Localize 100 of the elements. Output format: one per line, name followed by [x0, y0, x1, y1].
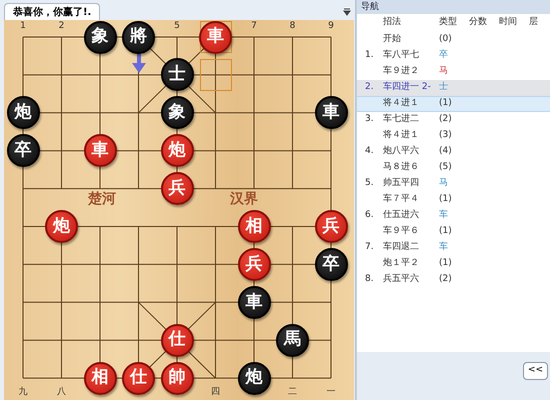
column-header[interactable]: 层 [529, 16, 545, 30]
move-type: 士 [439, 81, 448, 94]
river-label: 汉界 [230, 192, 258, 206]
move-text: 车七进二 [383, 113, 420, 126]
move-type: (0) [439, 33, 452, 46]
move-text: 将４进１ [383, 97, 420, 110]
chess-piece[interactable]: 炮 [6, 96, 40, 130]
move-type: (3) [439, 129, 452, 142]
move-type: (1) [439, 225, 452, 238]
chess-piece[interactable]: 相 [84, 362, 116, 395]
move-type: (1) [439, 97, 452, 110]
chess-piece[interactable]: 卒 [314, 248, 348, 281]
move-type: 卒 [439, 49, 448, 62]
move-row[interactable]: 3. 车七进二 (2) [357, 112, 550, 128]
move-row[interactable]: 车９平６ (1) [357, 224, 550, 240]
file-number: 5 [174, 20, 180, 33]
chess-piece[interactable]: 車 [199, 20, 232, 54]
move-type: (5) [439, 161, 452, 174]
move-text: 车９平６ [383, 225, 420, 238]
move-row[interactable]: 车９进２ 马 [357, 64, 550, 80]
move-text: 开始 [383, 33, 402, 46]
move-row[interactable]: 车７平４ (1) [357, 192, 550, 208]
chess-piece[interactable]: 炮 [238, 362, 270, 395]
move-text: 仕五进六 [383, 209, 420, 222]
move-type: (4) [439, 145, 452, 158]
move-number: 2. [365, 82, 374, 92]
chess-piece[interactable]: 相 [238, 210, 270, 243]
chess-piece[interactable]: 士 [160, 58, 194, 92]
chess-piece[interactable]: 卒 [6, 134, 40, 168]
file-number: 9 [328, 20, 334, 33]
move-text: 兵五平六 [383, 273, 420, 286]
previous-button[interactable]: << [522, 362, 548, 380]
chess-piece[interactable]: 象 [160, 96, 194, 130]
move-type: (2) [439, 113, 452, 126]
move-row[interactable]: 马８进６ (5) [357, 160, 550, 176]
column-header[interactable]: 招法 [383, 16, 439, 30]
move-row[interactable]: 炮１平２ (1) [357, 256, 550, 272]
move-row[interactable]: 2. 车四进一 2- 士 [357, 80, 550, 96]
chess-piece[interactable]: 兵 [238, 248, 270, 281]
move-text: 帅五平四 [383, 177, 420, 190]
move-text: 马８进６ [383, 161, 420, 174]
move-row[interactable]: 5. 帅五平四 马 [357, 176, 550, 192]
move-text: 车四进一 2- [383, 81, 432, 94]
tab-title[interactable]: 恭喜你，你赢了!. [4, 3, 100, 20]
move-text: 车９进２ [383, 65, 420, 78]
chess-piece[interactable]: 車 [84, 134, 116, 168]
move-type: (2) [439, 273, 452, 286]
chess-piece[interactable]: 仕 [122, 362, 155, 395]
move-row[interactable]: 将４进１ (1) [357, 96, 550, 112]
column-header[interactable]: 分数 [469, 16, 499, 30]
chess-piece[interactable]: 炮 [160, 134, 194, 168]
move-text: 车四退二 [383, 241, 420, 254]
move-number: 5. [365, 178, 374, 188]
file-number: 二 [288, 386, 297, 399]
move-row[interactable]: 开始 (0) [357, 32, 550, 48]
move-text: 炮１平２ [383, 257, 420, 270]
move-row[interactable]: 将４进１ (3) [357, 128, 550, 144]
move-number: 3. [365, 114, 374, 124]
file-number: 8 [290, 20, 296, 33]
move-type: 马 [439, 177, 448, 190]
move-type: 车 [439, 241, 448, 254]
chess-piece[interactable]: 仕 [160, 324, 194, 357]
river-label: 楚河 [88, 192, 116, 206]
file-number: 1 [20, 20, 26, 33]
chess-piece[interactable]: 馬 [276, 324, 309, 357]
file-number: 一 [326, 386, 336, 399]
file-number: 八 [57, 386, 66, 399]
chess-piece[interactable]: 車 [238, 286, 270, 319]
move-text: 炮八平六 [383, 145, 420, 158]
move-row[interactable]: 7. 车四退二 车 [357, 240, 550, 256]
chess-piece[interactable]: 將 [122, 20, 155, 54]
file-number: 7 [251, 20, 257, 33]
chess-piece[interactable]: 象 [84, 20, 116, 54]
move-row[interactable]: 4. 炮八平六 (4) [357, 144, 550, 160]
move-type: (1) [439, 193, 452, 206]
move-number: 6. [365, 210, 374, 220]
chess-piece[interactable]: 兵 [160, 172, 194, 206]
file-number: 九 [18, 386, 28, 399]
move-row[interactable]: 8. 兵五平六 (2) [357, 272, 550, 288]
move-number: 1. [365, 50, 374, 60]
file-number: 2 [58, 20, 64, 33]
move-number: 7. [365, 242, 374, 252]
column-header[interactable]: 时间 [499, 16, 529, 30]
move-text: 车八平七 [383, 49, 420, 62]
move-text: 将４进１ [383, 129, 420, 142]
move-row[interactable]: 6. 仕五进六 车 [357, 208, 550, 224]
chess-piece[interactable]: 帥 [160, 362, 194, 395]
chess-piece[interactable]: 兵 [314, 210, 348, 243]
move-row[interactable]: 1. 车八平七 卒 [357, 48, 550, 64]
move-type: 车 [439, 209, 448, 222]
move-number: 8. [365, 274, 374, 284]
move-number: 4. [365, 146, 374, 156]
chess-piece[interactable]: 車 [314, 96, 348, 130]
column-header[interactable]: 类型 [439, 16, 469, 30]
chess-piece[interactable]: 炮 [45, 210, 78, 243]
move-type: (1) [439, 257, 452, 270]
move-text: 车７平４ [383, 193, 420, 206]
panel-title: 导航 [357, 0, 550, 14]
dropdown-icon[interactable] [343, 8, 351, 16]
file-number: 四 [211, 386, 220, 399]
